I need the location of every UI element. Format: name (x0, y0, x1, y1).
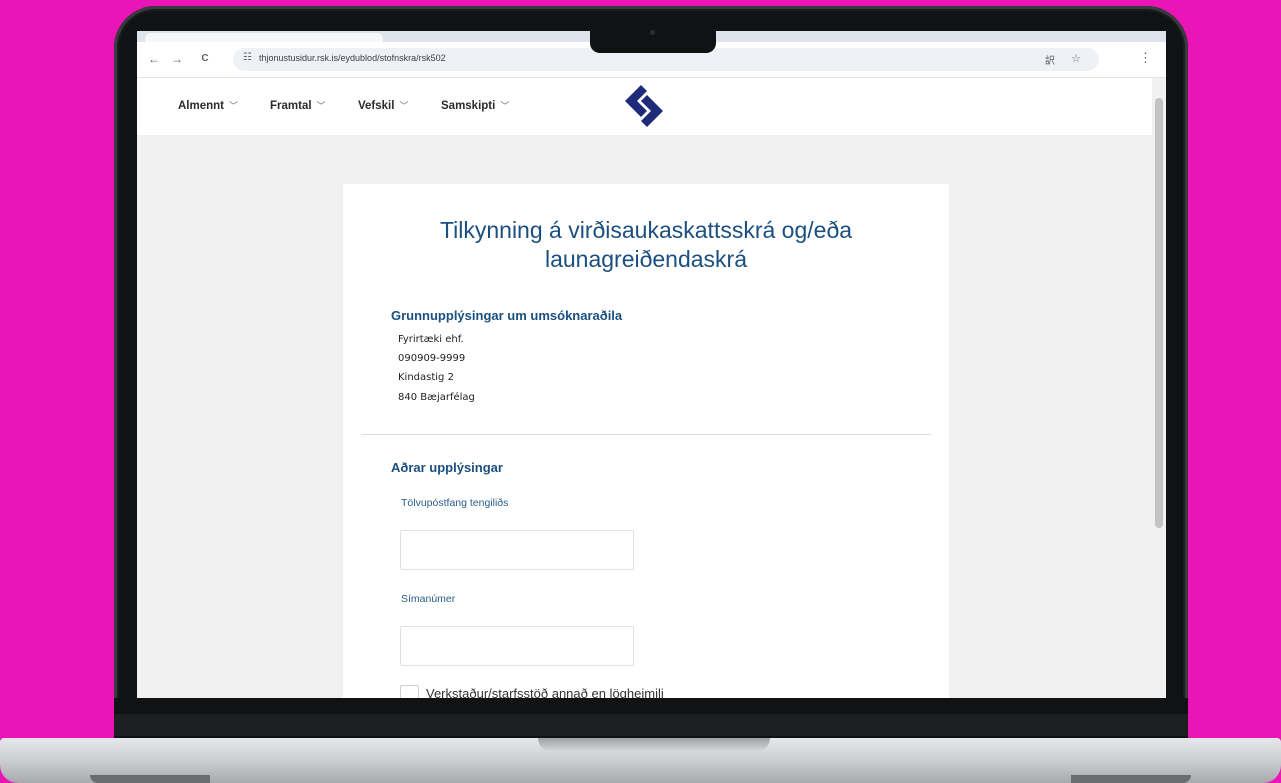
back-icon[interactable]: ← (145, 50, 163, 68)
browser-menu-icon[interactable]: ⋮ (1139, 50, 1152, 66)
applicant-section-heading: Grunnupplýsingar um umsóknaraðila (391, 308, 623, 323)
section-divider (361, 434, 931, 435)
site-info-icon[interactable]: ☷ (243, 52, 252, 63)
chevron-down-icon: ﹀ (399, 101, 409, 111)
email-field[interactable] (400, 530, 634, 570)
translate-icon[interactable]: 訳 (1045, 52, 1055, 67)
nav-item-label: Almennt (178, 100, 224, 112)
nav-item-label: Vefskil (358, 100, 395, 112)
laptop-screen: ← → C ☷ thjonustusidur.rsk.is/eydublod/s… (137, 31, 1166, 698)
forward-icon[interactable]: → (168, 50, 186, 68)
applicant-postal: 840 Bæjarfélag (398, 392, 475, 403)
workplace-checkbox-label[interactable]: Verkstaður/starfsstöð annað en lögheimil… (426, 686, 664, 698)
reload-icon[interactable]: C (196, 50, 214, 68)
scrollbar-thumb[interactable] (1155, 98, 1163, 528)
chevron-down-icon: ﹀ (316, 101, 326, 111)
camera-icon (650, 30, 655, 35)
phone-label: Símanúmer (401, 593, 456, 605)
applicant-name: Fyrirtæki ehf. (398, 334, 464, 345)
rsk-logo[interactable] (619, 81, 669, 131)
email-label: Tölvupóstfang tengiliðs (401, 497, 509, 509)
chevron-down-icon: ﹀ (229, 101, 239, 111)
applicant-address: Kindastig 2 (398, 372, 454, 383)
bookmark-star-icon[interactable]: ☆ (1071, 52, 1081, 65)
nav-item-samskipti[interactable]: Samskipti ﹀ (441, 99, 509, 112)
nav-item-label: Framtal (270, 100, 312, 112)
nav-item-vefskil[interactable]: Vefskil ﹀ (358, 99, 408, 112)
bezel-band (114, 714, 1188, 736)
nav-item-almennt[interactable]: Almennt ﹀ (178, 99, 238, 112)
page-scrollbar[interactable] (1152, 78, 1166, 698)
site-header: Almennt ﹀ Framtal ﹀ Vefskil ﹀ Samskipti ﹀ (137, 78, 1152, 135)
page-title-line2: launagreiðendaskrá (544, 246, 748, 272)
page-viewport: Almennt ﹀ Framtal ﹀ Vefskil ﹀ Samskipti ﹀ Ti… (137, 78, 1152, 698)
chevron-down-icon: ﹀ (500, 101, 510, 111)
laptop-foot-right (1071, 775, 1191, 783)
browser-tab[interactable] (145, 33, 383, 42)
nav-item-framtal[interactable]: Framtal ﹀ (270, 99, 326, 112)
laptop-base (0, 738, 1281, 783)
other-info-heading: Aðrar upplýsingar (391, 460, 503, 475)
laptop-opening-groove (538, 738, 770, 752)
workplace-checkbox[interactable] (400, 685, 419, 698)
address-url[interactable]: thjonustusidur.rsk.is/eydublod/stofnskra… (259, 53, 446, 63)
applicant-id: 090909-9999 (398, 353, 466, 364)
page-title-line1: Tilkynning á virðisaukaskattsskrá og/eða (439, 217, 853, 243)
camera-notch (590, 24, 716, 53)
laptop-foot-left (90, 775, 210, 783)
page-title: Tilkynning á virðisaukaskattsskrá og/eða… (363, 216, 929, 274)
form-card: Tilkynning á virðisaukaskattsskrá og/eða… (343, 184, 949, 698)
nav-item-label: Samskipti (441, 100, 496, 112)
phone-field[interactable] (400, 626, 634, 666)
